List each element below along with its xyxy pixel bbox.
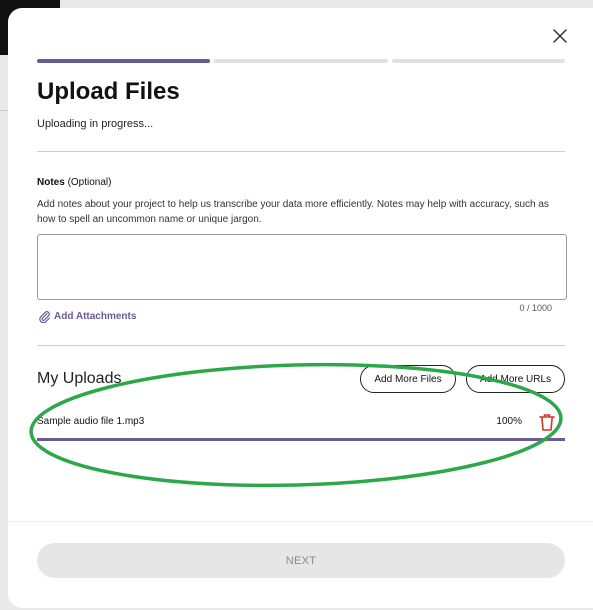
add-attachments-link[interactable]: Add Attachments	[38, 310, 136, 323]
upload-file-name: Sample audio file 1.mp3	[37, 416, 145, 427]
notes-label-text: Notes	[37, 177, 65, 188]
page-title: Upload Files	[37, 78, 180, 105]
step-3-indicator	[391, 59, 565, 63]
notes-char-count: 0 / 1000	[519, 303, 552, 313]
step-progress	[37, 59, 565, 63]
section-divider	[37, 151, 565, 152]
add-more-urls-button[interactable]: Add More URLs	[466, 365, 565, 393]
my-uploads-heading: My Uploads	[37, 370, 122, 387]
add-more-files-button[interactable]: Add More Files	[360, 365, 456, 393]
footer-divider	[8, 521, 593, 522]
upload-files-modal: Upload Files Uploading in progress... No…	[8, 8, 593, 608]
upload-progress-fill	[37, 438, 565, 441]
delete-file-button[interactable]	[538, 412, 556, 432]
upload-file-progress-label: 100%	[496, 416, 522, 427]
step-2-indicator	[214, 59, 388, 63]
paperclip-icon	[39, 311, 50, 323]
notes-optional-text: (Optional)	[67, 177, 112, 188]
add-attachments-label: Add Attachments	[54, 311, 137, 322]
upload-status-text: Uploading in progress...	[37, 118, 154, 130]
close-button[interactable]	[550, 26, 570, 46]
notes-help-text: Add notes about your project to help us …	[37, 199, 549, 225]
trash-icon	[539, 414, 555, 431]
notes-input[interactable]	[37, 234, 567, 300]
next-button[interactable]: NEXT	[37, 543, 565, 578]
close-icon	[553, 29, 567, 43]
notes-label: Notes (Optional)	[37, 177, 111, 188]
upload-progress-track	[37, 438, 565, 441]
section-divider	[37, 345, 565, 346]
step-1-indicator	[37, 59, 211, 63]
